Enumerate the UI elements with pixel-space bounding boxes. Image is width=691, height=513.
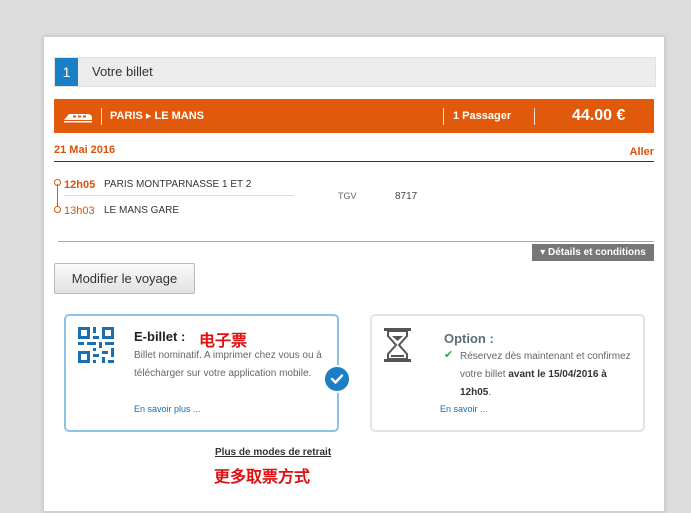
step-header: 1 Votre billet — [54, 57, 656, 87]
passenger-count: 1 Passager — [453, 110, 512, 122]
modify-trip-button[interactable]: Modifier le voyage — [54, 263, 195, 294]
step-number: 1 — [55, 58, 78, 86]
ebillet-title: E-billet : — [134, 329, 186, 344]
trip-direction: Aller — [629, 146, 654, 158]
train-number: 8717 — [395, 191, 418, 202]
arrival-time: 13h03 — [64, 205, 95, 217]
departure-station: PARIS MONTPARNASSE 1 ET 2 — [104, 179, 252, 190]
hourglass-icon — [384, 328, 411, 362]
more-delivery-modes-link[interactable]: Plus de modes de retrait — [215, 447, 331, 458]
arrival-station: LE MANS GARE — [104, 205, 180, 216]
option-description: Réservez dès maintenant et confirmez vot… — [460, 351, 631, 398]
checkmark-icon: ✔ — [444, 349, 454, 361]
option-learn-more-link[interactable]: En savoir ... — [440, 404, 488, 414]
divider — [58, 241, 654, 242]
travel-date: 21 Mai 2016 — [54, 144, 116, 156]
route: PARIS ▸ LE MANS — [110, 99, 204, 133]
qr-code-icon — [78, 327, 114, 363]
divider — [54, 161, 654, 162]
train-type: TGV — [338, 191, 357, 201]
departure-time: 12h05 — [64, 179, 96, 191]
ticket-card: 1 Votre billet PARIS ▸ LE MANS 1 Passage… — [43, 36, 665, 512]
route-destination: LE MANS — [154, 110, 204, 122]
route-arrow-icon: ▸ — [145, 110, 152, 122]
trip-summary-bar: PARIS ▸ LE MANS 1 Passager 44.00 € — [54, 99, 654, 133]
details-conditions-button[interactable]: ▾ Détails et conditions — [532, 244, 654, 261]
separator — [101, 108, 102, 125]
train-icon — [64, 114, 92, 123]
more-delivery-modes-chinese-label: 更多取票方式 — [214, 469, 311, 486]
journey-line — [57, 184, 58, 208]
ebillet-option-card[interactable]: E-billet : 电子票 Billet nominatif. A impri… — [64, 314, 351, 432]
ticket-price: 44.00 € — [572, 107, 626, 124]
arrival-dot-icon — [54, 206, 61, 213]
separator — [443, 108, 444, 125]
step-title: Votre billet — [92, 64, 153, 79]
ebillet-learn-more-link[interactable]: En savoir plus ... — [134, 404, 201, 414]
divider — [64, 195, 294, 196]
separator — [534, 108, 535, 125]
ebillet-description: Billet nominatif. A imprimer chez vous o… — [134, 350, 322, 379]
selected-check-icon — [323, 365, 351, 393]
route-origin: PARIS — [110, 110, 143, 122]
reservation-option-card[interactable]: Option : ✔ Réservez dès maintenant et co… — [370, 314, 645, 432]
option-title: Option : — [444, 331, 494, 346]
